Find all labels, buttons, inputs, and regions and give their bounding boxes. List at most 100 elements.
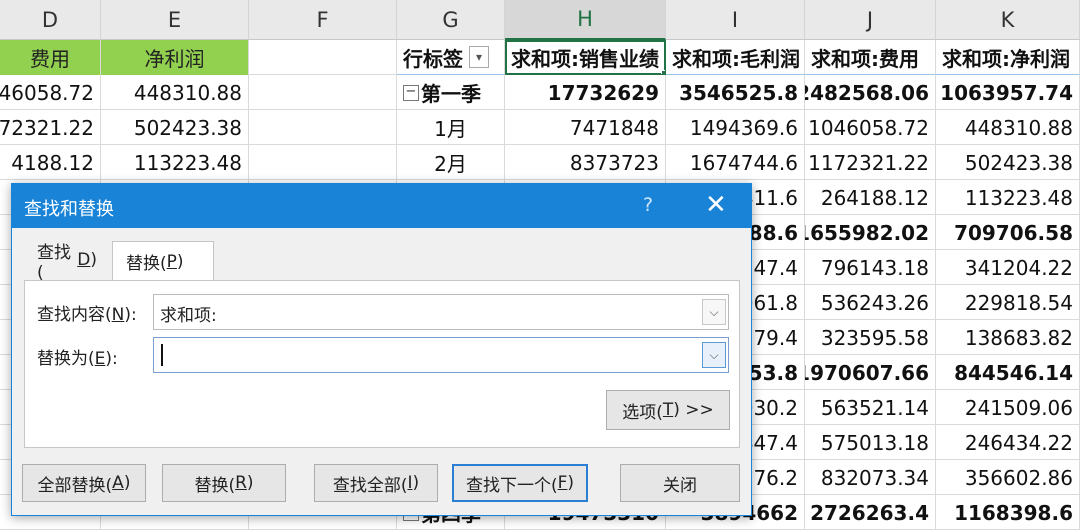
column-header-f[interactable]: F bbox=[249, 0, 397, 40]
cell-d[interactable]: 72321.22 bbox=[0, 110, 101, 145]
replace-input[interactable]: ⌵ bbox=[153, 337, 729, 373]
column-header-j[interactable]: J bbox=[805, 0, 936, 40]
pivot-value-cell[interactable]: 113223.48 bbox=[936, 180, 1080, 215]
cell-d-header[interactable]: 费用 bbox=[0, 40, 101, 75]
pivot-row-label[interactable]: − 第一季 bbox=[397, 75, 505, 110]
pivot-value-cell[interactable]: 8373723 bbox=[505, 145, 666, 180]
pivot-header-sales[interactable]: 求和项:销售业绩 bbox=[505, 40, 666, 75]
cell-f[interactable] bbox=[249, 75, 397, 110]
pivot-row-label-header[interactable]: 行标签 ▾ bbox=[397, 40, 505, 75]
pivot-value-cell[interactable]: 1172321.22 bbox=[805, 145, 936, 180]
find-label: 查找内容(N): bbox=[37, 300, 137, 325]
cell-text: 第一季 bbox=[421, 82, 481, 106]
pivot-value-cell[interactable]: 832073.34 bbox=[805, 460, 936, 495]
tab-find[interactable]: 查找(D) bbox=[24, 241, 110, 283]
close-icon[interactable]: ✕ bbox=[705, 190, 727, 220]
cell-text: 241509.06 bbox=[964, 395, 1073, 420]
close-button[interactable]: 关闭 bbox=[620, 464, 740, 502]
filter-dropdown-icon[interactable]: ▾ bbox=[469, 46, 489, 68]
pivot-value-cell[interactable]: 448310.88 bbox=[936, 110, 1080, 145]
cell-e-header[interactable]: 净利润 bbox=[101, 40, 249, 75]
column-header-e[interactable]: E bbox=[101, 0, 249, 40]
pivot-value-cell[interactable]: 1168398.6 bbox=[936, 495, 1080, 530]
cell-text: 1063957.74 bbox=[940, 80, 1073, 105]
cell-e[interactable]: 502423.38 bbox=[101, 110, 249, 145]
cell-text: 2726263.4 bbox=[810, 500, 929, 525]
pivot-value-cell[interactable]: 241509.06 bbox=[936, 390, 1080, 425]
find-input-value: 求和项: bbox=[160, 306, 217, 326]
tab-replace[interactable]: 替换(P) bbox=[112, 241, 214, 281]
pivot-value-cell[interactable]: 2726263.4 bbox=[805, 495, 936, 530]
replace-button[interactable]: 替换(R) bbox=[162, 464, 286, 502]
pivot-header-net[interactable]: 求和项:净利润 bbox=[936, 40, 1080, 75]
column-header-g[interactable]: G bbox=[397, 0, 505, 40]
tab-label-suffix: ) bbox=[90, 250, 97, 270]
replace-all-button[interactable]: 全部替换(A) bbox=[22, 464, 146, 502]
column-letter: H bbox=[577, 7, 593, 31]
pivot-value-cell[interactable]: 229818.54 bbox=[936, 285, 1080, 320]
pivot-value-cell[interactable]: 356602.86 bbox=[936, 460, 1080, 495]
find-dropdown-icon[interactable]: ⌵ bbox=[702, 299, 726, 325]
find-replace-dialog: 查找和替换 ? ✕ 查找(D) 替换(P) 查找内容(N): 求和项: ⌵ 替换… bbox=[11, 183, 752, 516]
pivot-value-cell[interactable]: 341204.22 bbox=[936, 250, 1080, 285]
pivot-header-gross[interactable]: 求和项:毛利润 bbox=[666, 40, 805, 75]
column-letter: J bbox=[866, 7, 874, 32]
cell-text: 1046058.72 bbox=[808, 115, 929, 140]
cell-text: 448310.88 bbox=[964, 115, 1073, 140]
cell-f[interactable] bbox=[249, 145, 397, 180]
column-letter: K bbox=[1000, 7, 1015, 32]
pivot-value-cell[interactable]: 844546.14 bbox=[936, 355, 1080, 390]
pivot-row-label[interactable]: 1月 bbox=[397, 110, 505, 145]
cell-d[interactable]: 4188.12 bbox=[0, 145, 101, 180]
cell-f[interactable] bbox=[249, 110, 397, 145]
pivot-value-cell[interactable]: 323595.58 bbox=[805, 320, 936, 355]
pivot-value-cell[interactable]: 536243.26 bbox=[805, 285, 936, 320]
cell-text: 1970607.66 bbox=[805, 360, 929, 385]
find-all-button[interactable]: 查找全部(I) bbox=[314, 464, 438, 502]
cell-text: 138683.82 bbox=[964, 325, 1073, 350]
pivot-value-cell[interactable]: 138683.82 bbox=[936, 320, 1080, 355]
replace-dropdown-icon[interactable]: ⌵ bbox=[702, 342, 726, 368]
column-header-h[interactable]: H bbox=[505, 0, 666, 40]
pivot-value-cell[interactable]: 1046058.72 bbox=[805, 110, 936, 145]
pivot-value-cell[interactable]: 1494369.6 bbox=[666, 110, 805, 145]
column-header-d[interactable]: D bbox=[0, 0, 101, 40]
pivot-value-cell[interactable]: 7471848 bbox=[505, 110, 666, 145]
pivot-value-cell[interactable]: 796143.18 bbox=[805, 250, 936, 285]
pivot-value-cell[interactable]: 1970607.66 bbox=[805, 355, 936, 390]
pivot-value-cell[interactable]: 3546525.8 bbox=[666, 75, 805, 110]
pivot-value-cell[interactable]: 1063957.74 bbox=[936, 75, 1080, 110]
pivot-value-cell[interactable]: 563521.14 bbox=[805, 390, 936, 425]
column-header-i[interactable]: I bbox=[666, 0, 805, 40]
pivot-value-cell[interactable]: 17732629 bbox=[505, 75, 666, 110]
cell-e[interactable]: 113223.48 bbox=[101, 145, 249, 180]
cell-text: 2482568.06 bbox=[805, 80, 929, 105]
pivot-value-cell[interactable]: 246434.22 bbox=[936, 425, 1080, 460]
pivot-value-cell[interactable]: 575013.18 bbox=[805, 425, 936, 460]
find-input[interactable]: 求和项: ⌵ bbox=[153, 294, 729, 330]
button-label-suffix: ) bbox=[412, 473, 420, 493]
help-icon[interactable]: ? bbox=[643, 194, 653, 216]
cell-e[interactable]: 448310.88 bbox=[101, 75, 249, 110]
column-header-k[interactable]: K bbox=[936, 0, 1080, 40]
cell-d[interactable]: 46058.72 bbox=[0, 75, 101, 110]
pivot-row-label[interactable]: 2月 bbox=[397, 145, 505, 180]
cell-text: 1494369.6 bbox=[689, 115, 798, 140]
label-suffix: ): bbox=[105, 349, 118, 369]
pivot-value-cell[interactable]: 2482568.06 bbox=[805, 75, 936, 110]
pivot-header-cost[interactable]: 求和项:费用 bbox=[805, 40, 936, 75]
pivot-value-cell[interactable]: 264188.12 bbox=[805, 180, 936, 215]
collapse-icon[interactable]: − bbox=[403, 84, 419, 101]
options-button[interactable]: 选项(T) >> bbox=[606, 390, 730, 430]
cell-f[interactable] bbox=[249, 40, 397, 75]
find-next-button[interactable]: 查找下一个(F) bbox=[452, 464, 588, 502]
dialog-title-bar[interactable]: 查找和替换 ? ✕ bbox=[12, 184, 751, 228]
cell-text: 1月 bbox=[434, 117, 467, 141]
cell-text: 832073.34 bbox=[820, 465, 929, 490]
button-accesskey: T bbox=[662, 400, 674, 420]
pivot-value-cell[interactable]: 502423.38 bbox=[936, 145, 1080, 180]
cell-text: 求和项:净利润 bbox=[942, 46, 1070, 71]
pivot-value-cell[interactable]: 1674744.6 bbox=[666, 145, 805, 180]
pivot-value-cell[interactable]: 1655982.02 bbox=[805, 215, 936, 250]
pivot-value-cell[interactable]: 709706.58 bbox=[936, 215, 1080, 250]
